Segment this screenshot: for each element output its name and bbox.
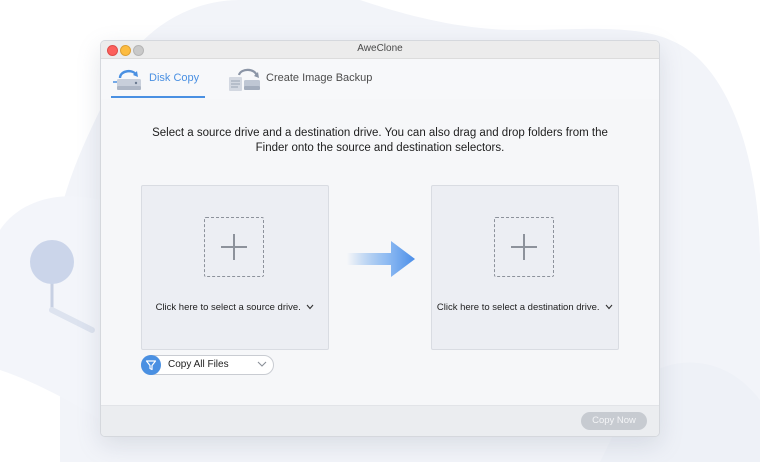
app-window: AweClone Disk Copy Create Image Backup S… (100, 40, 660, 437)
filter-icon (141, 355, 161, 375)
chevron-down-icon (307, 305, 314, 310)
disk-copy-icon (113, 70, 141, 90)
chevron-down-icon (605, 305, 613, 310)
tab-disk-copy-label: Disk Copy (149, 72, 200, 84)
tree-decoration (30, 240, 74, 284)
title-bar: AweClone (101, 41, 659, 59)
tab-bar: Disk Copy Create Image Backup (101, 59, 659, 99)
chevron-down-icon (257, 361, 267, 367)
destination-drive-caption: Click here to select a destination drive… (432, 302, 618, 313)
main-content: Select a source drive and a destination … (101, 99, 659, 405)
tab-disk-copy[interactable]: Disk Copy (109, 59, 205, 99)
source-drive-label: Click here to select a source drive. (155, 302, 301, 313)
copy-mode-dropdown[interactable]: Copy All Files (141, 355, 274, 375)
plus-icon (494, 217, 554, 277)
copy-now-button[interactable]: Copy Now (581, 412, 647, 430)
screen: AweClone Disk Copy Create Image Backup S… (0, 0, 760, 462)
source-drive-selector[interactable]: Click here to select a source drive. (141, 185, 329, 350)
tab-create-image-backup[interactable]: Create Image Backup (225, 59, 385, 99)
destination-drive-selector[interactable]: Click here to select a destination drive… (431, 185, 619, 350)
destination-drive-label: Click here to select a destination drive… (436, 302, 600, 313)
tab-create-image-backup-label: Create Image Backup (266, 72, 373, 84)
instructions-text: Select a source drive and a destination … (152, 127, 608, 154)
active-tab-indicator (111, 96, 205, 98)
image-backup-icon (229, 68, 260, 91)
footer-bar: Copy Now (101, 405, 659, 436)
source-drive-caption: Click here to select a source drive. (142, 302, 328, 313)
plus-icon (204, 217, 264, 277)
arrow-right-icon (347, 241, 415, 277)
window-title: AweClone (357, 43, 403, 54)
copy-mode-value: Copy All Files (168, 359, 229, 370)
